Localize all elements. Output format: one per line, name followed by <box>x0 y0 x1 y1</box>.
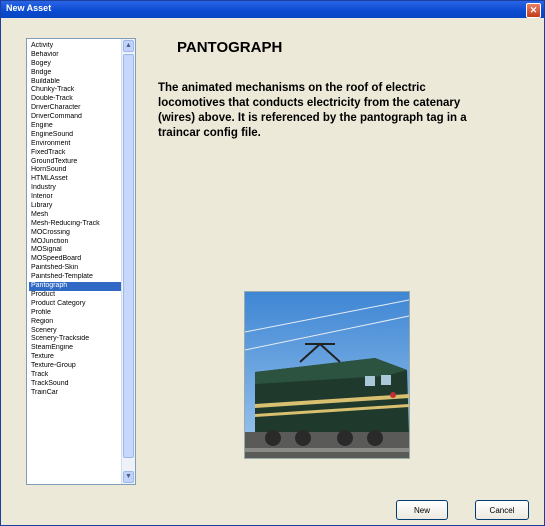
window-title: New Asset <box>6 3 52 13</box>
scroll-up-button[interactable]: ▲ <box>123 40 134 52</box>
list-item[interactable]: Library <box>29 202 123 211</box>
asset-type-list[interactable]: Activity Behavior Bogey Bridge Buildable Chun… <box>26 38 136 485</box>
list-item[interactable]: Chunky-Track <box>29 86 123 95</box>
list-item[interactable]: Industry <box>29 184 123 193</box>
asset-type-heading: PANTOGRAPH <box>177 39 283 56</box>
list-item[interactable]: Profile <box>29 309 123 318</box>
asset-preview-image <box>244 291 410 459</box>
list-item[interactable]: Texture-Group <box>29 362 123 371</box>
list-item[interactable]: Scenery <box>29 327 123 336</box>
close-icon: ✕ <box>529 5 538 15</box>
list-item[interactable]: DriverCommand <box>29 113 123 122</box>
list-item[interactable]: DriverCharacter <box>29 104 123 113</box>
new-button[interactable]: New <box>396 500 448 520</box>
list-item[interactable]: Mesh-Reducing-Track <box>29 220 123 229</box>
list-item[interactable]: TrainCar <box>29 389 123 398</box>
list-item[interactable]: MOJunction <box>29 238 123 247</box>
list-item[interactable]: Buildable <box>29 78 123 87</box>
list-item[interactable]: EngineSound <box>29 131 123 140</box>
list-item[interactable]: GroundTexture <box>29 158 123 167</box>
close-button[interactable]: ✕ <box>526 3 541 18</box>
list-item[interactable]: MOSignal <box>29 246 123 255</box>
list-item[interactable]: Region <box>29 318 123 327</box>
list-item[interactable]: Track <box>29 371 123 380</box>
list-item[interactable]: SteamEngine <box>29 344 123 353</box>
list-item[interactable]: Paintshed-Skin <box>29 264 123 273</box>
list-item[interactable]: Pantograph <box>29 282 123 291</box>
list-item[interactable]: HornSound <box>29 166 123 175</box>
list-item[interactable]: MOCrossing <box>29 229 123 238</box>
cancel-button[interactable]: Cancel <box>475 500 529 520</box>
list-item[interactable]: TrackSound <box>29 380 123 389</box>
list-item[interactable]: Behavior <box>29 51 123 60</box>
list-item[interactable]: Bogey <box>29 60 123 69</box>
scroll-thumb[interactable] <box>123 54 134 458</box>
list-item[interactable]: Interior <box>29 193 123 202</box>
list-item[interactable]: HTMLAsset <box>29 175 123 184</box>
list-item[interactable]: Double-Track <box>29 95 123 104</box>
locomotive-illustration <box>245 292 409 458</box>
scroll-down-button[interactable]: ▼ <box>123 471 134 483</box>
chevron-down-icon: ▼ <box>125 473 132 480</box>
chevron-up-icon: ▲ <box>125 42 132 49</box>
list-item[interactable]: Product <box>29 291 123 300</box>
list-item[interactable]: Activity <box>29 42 123 51</box>
list-item[interactable]: Mesh <box>29 211 123 220</box>
list-item[interactable]: Product Category <box>29 300 123 309</box>
asset-type-items: Activity Behavior Bogey Bridge Buildable Chun… <box>29 42 123 398</box>
list-item[interactable]: Engine <box>29 122 123 131</box>
list-item[interactable]: Bridge <box>29 69 123 78</box>
list-item[interactable]: Environment <box>29 140 123 149</box>
list-item[interactable]: Paintshed-Template <box>29 273 123 282</box>
list-item[interactable]: Scenery-Trackside <box>29 335 123 344</box>
new-asset-dialog: New Asset ✕ Activity Behavior Bogey Bridge B… <box>0 0 545 526</box>
title-bar[interactable]: New Asset ✕ <box>1 1 544 18</box>
list-item[interactable]: Texture <box>29 353 123 362</box>
list-item[interactable]: FixedTrack <box>29 149 123 158</box>
list-item[interactable]: MOSpeedBoard <box>29 255 123 264</box>
list-scrollbar[interactable]: ▲ ▼ <box>121 39 135 484</box>
asset-type-description: The animated mechanisms on the roof of e… <box>158 82 467 139</box>
